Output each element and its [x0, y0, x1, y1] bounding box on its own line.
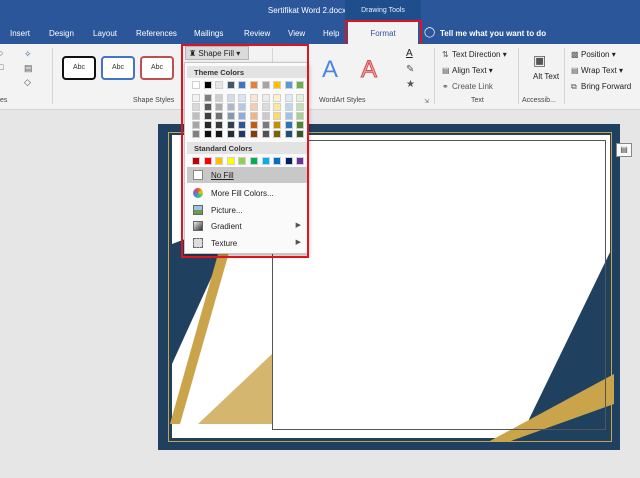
- text-fill-icon[interactable]: A: [406, 48, 413, 59]
- align-text-icon: ▤: [442, 66, 450, 75]
- edit-shape-icon[interactable]: ✧: [24, 49, 32, 60]
- lightbulb-icon: ◯: [424, 27, 436, 38]
- window-title: Sertifikat Word 2.docx - Word: [267, 6, 373, 15]
- layout-options-icon[interactable]: ▤: [616, 143, 632, 157]
- wordart-style-blue[interactable]: A: [322, 56, 338, 84]
- textbox-icon[interactable]: ▤: [24, 63, 33, 74]
- dialog-launcher-icon[interactable]: ⇲: [424, 98, 429, 105]
- title-bar: Sertifikat Word 2.docx - Word Drawing To…: [0, 0, 640, 22]
- insert-shapes-group-label: es: [0, 97, 8, 104]
- shape-styles-group-label: Shape Styles: [133, 97, 175, 104]
- shape-style-sample-1[interactable]: Abc: [62, 56, 96, 80]
- format-tab-highlight-box: [345, 20, 422, 47]
- bring-forward-icon: ⧉: [571, 82, 577, 91]
- tab-design[interactable]: Design: [49, 29, 74, 38]
- wrap-text-icon: ▤: [571, 66, 579, 75]
- text-group-label: Text: [471, 97, 484, 104]
- group-separator: [52, 48, 53, 104]
- link-icon: ⚭: [442, 82, 449, 91]
- wordart-styles-group-label: WordArt Styles: [319, 97, 366, 104]
- text-direction-icon: ⇅: [442, 50, 449, 59]
- create-link-button[interactable]: ⚭ Create Link: [442, 82, 493, 91]
- group-separator: [434, 48, 435, 104]
- alt-text-icon: ▣: [533, 52, 547, 68]
- shape-square-icon[interactable]: □: [0, 62, 3, 72]
- ribbon-body: ○ □ ✧ ▤ ◇ es Abc Abc Abc Shape Styles A …: [0, 44, 640, 110]
- merge-shapes-icon[interactable]: ◇: [24, 77, 31, 88]
- ribbon-tab-bar: Insert Design Layout References Mailings…: [0, 22, 640, 44]
- tab-mailings[interactable]: Mailings: [194, 29, 223, 38]
- tab-insert[interactable]: Insert: [10, 29, 30, 38]
- shape-fill-highlight-box: [181, 44, 309, 258]
- text-effects-icon[interactable]: ★: [406, 79, 415, 90]
- text-outline-icon[interactable]: ✎: [406, 64, 414, 75]
- tell-me-search[interactable]: ◯ Tell me what you want to do: [422, 26, 602, 40]
- wrap-text-button[interactable]: ▤ Wrap Text ▾: [571, 66, 623, 75]
- tab-layout[interactable]: Layout: [93, 29, 117, 38]
- tab-references[interactable]: References: [136, 29, 177, 38]
- accessibility-group-label: Accessib...: [522, 97, 556, 104]
- group-separator: [518, 48, 519, 104]
- shape-style-sample-2[interactable]: Abc: [101, 56, 135, 80]
- text-rectangle[interactable]: [272, 140, 606, 430]
- wordart-style-red[interactable]: A: [360, 56, 377, 84]
- align-text-button[interactable]: ▤ Align Text ▾: [442, 66, 493, 75]
- group-separator: [564, 48, 565, 104]
- tab-help[interactable]: Help: [323, 29, 339, 38]
- position-button[interactable]: ▩ Position ▾: [571, 50, 616, 59]
- drawing-tools-context-label: Drawing Tools: [345, 0, 421, 22]
- shape-style-sample-3[interactable]: Abc: [140, 56, 174, 80]
- tab-review[interactable]: Review: [244, 29, 270, 38]
- tell-me-text: Tell me what you want to do: [440, 29, 547, 38]
- tab-view[interactable]: View: [288, 29, 305, 38]
- alt-text-button[interactable]: Alt Text: [533, 72, 559, 81]
- position-icon: ▩: [571, 50, 579, 59]
- text-direction-button[interactable]: ⇅ Text Direction ▾: [442, 50, 507, 59]
- bring-forward-button[interactable]: ⧉ Bring Forward: [571, 82, 631, 92]
- shape-outline-icon[interactable]: ○: [0, 48, 3, 58]
